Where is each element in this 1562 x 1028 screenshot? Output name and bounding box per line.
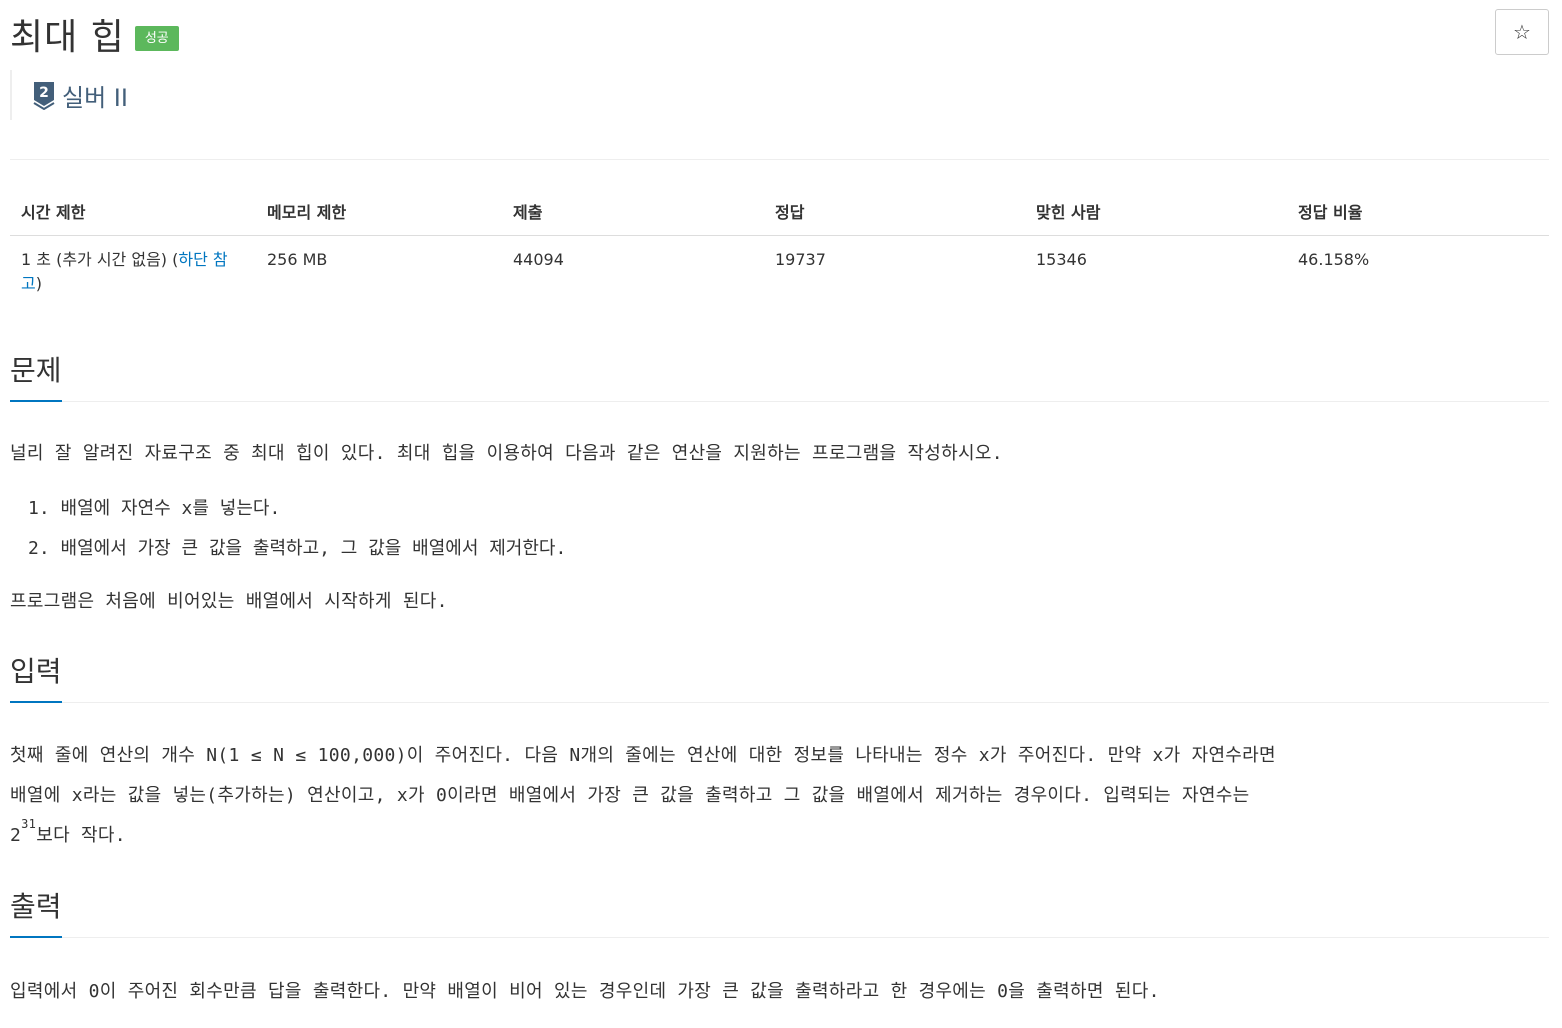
- cell-accepted: 19737: [775, 249, 826, 269]
- input-line-3: 231보다 작다.: [10, 816, 1550, 856]
- cell-time-limit: 1 초 (추가 시간 없음) (하단 참고): [10, 235, 256, 308]
- output-description: 입력에서 0이 주어진 회수만큼 답을 출력한다. 만약 배열이 비어 있는 경…: [10, 981, 1160, 1002]
- tier-number: 2: [39, 85, 49, 101]
- star-button[interactable]: ☆: [1495, 9, 1549, 55]
- cell-submissions: 44094: [513, 249, 564, 269]
- cell-solved-users: 15346: [1036, 249, 1087, 269]
- input-line-2: 배열에 x라는 값을 넣는(추가하는) 연산이고, x가 0이라면 배열에서 가…: [10, 785, 1250, 806]
- input-section-header: 입력: [10, 653, 1549, 703]
- header-accepted-ratio: 정답 비율: [1287, 190, 1549, 236]
- header-solved-users: 맞힌 사람: [1025, 190, 1287, 236]
- problem-info-table: 시간 제한 메모리 제한 제출 정답 맞힌 사람 정답 비율 1 초 (추가 시…: [10, 190, 1549, 308]
- tier-label: 실버 II: [62, 83, 128, 112]
- table-header-row: 시간 제한 메모리 제한 제출 정답 맞힌 사람 정답 비율: [10, 190, 1549, 236]
- table-row: 1 초 (추가 시간 없음) (하단 참고) 256 MB 44094 1973…: [10, 235, 1549, 308]
- input-title: 입력: [10, 653, 62, 703]
- list-item: 1. 배열에 자연수 x를 넣는다.: [28, 498, 281, 519]
- header-memory-limit: 메모리 제한: [256, 190, 502, 236]
- power-base: 2: [10, 825, 22, 846]
- output-title: 출력: [10, 888, 62, 938]
- description-intro: 널리 잘 알려진 자료구조 중 최대 힙이 있다. 최대 힙을 이용하여 다음과…: [10, 443, 1003, 464]
- divider: [10, 159, 1549, 160]
- description-section-header: 문제: [10, 352, 1549, 402]
- header-submissions: 제출: [502, 190, 764, 236]
- tier-box: 2 실버 II: [10, 70, 128, 120]
- title-row: 최대 힙 성공: [10, 8, 179, 60]
- input-line-1: 첫째 줄에 연산의 개수 N(1 ≤ N ≤ 100,000)이 주어진다. 다…: [10, 745, 1276, 766]
- tier-badge-icon: 2: [33, 82, 55, 110]
- page-title: 최대 힙: [10, 17, 125, 58]
- header-accepted: 정답: [764, 190, 1025, 236]
- power-exponent: 31: [21, 817, 37, 831]
- description-title: 문제: [10, 352, 62, 402]
- status-badge: 성공: [134, 25, 179, 51]
- input-line-3-rest: 보다 작다.: [36, 825, 126, 846]
- time-limit-value: 1 초 (추가 시간 없음) (: [21, 249, 179, 269]
- output-section-header: 출력: [10, 888, 1549, 938]
- cell-memory-limit: 256 MB: [267, 249, 328, 269]
- operation-list: 1. 배열에 자연수 x를 넣는다. 2. 배열에서 가장 큰 값을 출력하고,…: [28, 489, 566, 569]
- header-time-limit: 시간 제한: [10, 190, 256, 236]
- input-description: 첫째 줄에 연산의 개수 N(1 ≤ N ≤ 100,000)이 주어진다. 다…: [10, 736, 1550, 856]
- description-outro: 프로그램은 처음에 비어있는 배열에서 시작하게 된다.: [10, 591, 448, 612]
- list-item: 2. 배열에서 가장 큰 값을 출력하고, 그 값을 배열에서 제거한다.: [28, 538, 567, 559]
- star-icon: ☆: [1513, 20, 1531, 44]
- time-limit-tail: ): [35, 273, 42, 293]
- cell-accepted-ratio: 46.158%: [1298, 249, 1370, 269]
